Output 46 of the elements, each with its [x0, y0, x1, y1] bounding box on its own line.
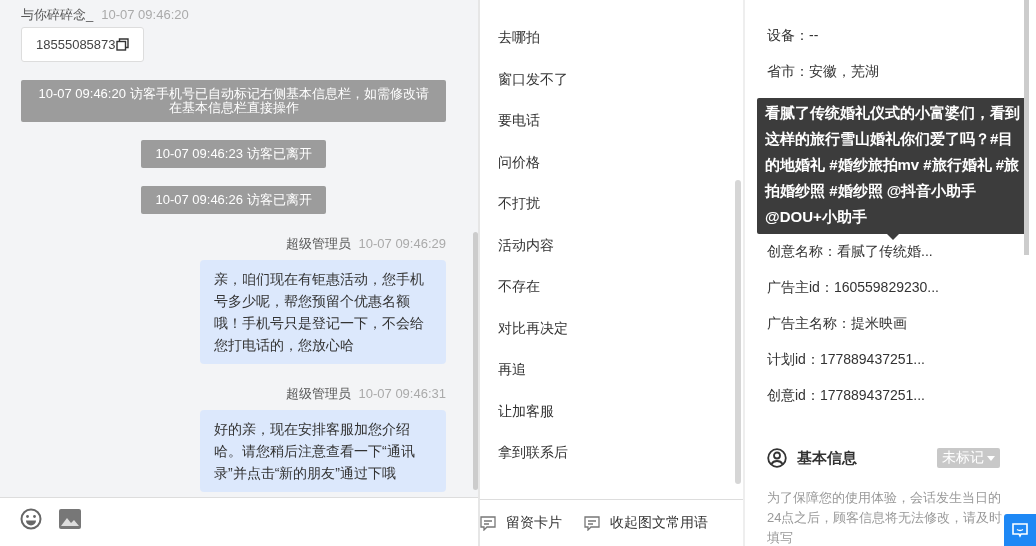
info-row-text: 计划id：177889437251... [767, 350, 926, 369]
quick-reply-item[interactable]: 活动内容 [498, 233, 743, 275]
quick-reply-item[interactable]: 对比再决定 [498, 316, 743, 358]
quick-reply-item[interactable]: 问价格 [498, 150, 743, 192]
system-notice: 10-07 09:46:26 访客已离开 [141, 186, 326, 214]
info-row-text: 广告主名称：提米映画 [767, 314, 908, 333]
quick-reply-item[interactable]: 窗口发不了 [498, 67, 743, 109]
chat-icon [1012, 522, 1028, 538]
copy-icon[interactable] [115, 38, 129, 51]
sender-name: 超级管理员 [285, 235, 351, 253]
info-row-text: 省市：安徽，芜湖 [767, 62, 880, 81]
message-time: 10-07 09:46:29 [358, 235, 446, 253]
scrollbar[interactable] [1024, 0, 1029, 255]
quick-reply-item[interactable]: 再追 [498, 358, 743, 400]
message-bubble: 好的亲，现在安排客服加您介绍哈。请您稍后注意查看一下“通讯录”并点击“新的朋友”通过下哦 [200, 410, 446, 492]
info-row-text: 广告主id：160559829230... [767, 278, 940, 297]
scrollbar[interactable] [473, 232, 478, 490]
quick-reply-item[interactable]: 去哪拍 [498, 26, 743, 68]
scrollbar[interactable] [735, 180, 741, 484]
emoji-icon[interactable] [20, 508, 42, 530]
sender-name: 与你碎碎念_ [21, 6, 94, 24]
quick-reply-item[interactable]: 拿到联系后 [498, 441, 743, 483]
message-icon [480, 515, 496, 531]
info-note: 为了保障您的使用体验，会话发生当日的24点之后，顾客信息将无法修改，请及时填写 [767, 489, 1003, 546]
quick-action-button[interactable]: 收起图文常用语 [584, 514, 708, 532]
message-icon [584, 515, 600, 531]
system-notice: 10-07 09:46:23 访客已离开 [141, 140, 326, 168]
image-icon[interactable] [59, 508, 81, 530]
section-title: 基本信息 [797, 448, 857, 468]
quick-reply-item[interactable]: 要电话 [498, 109, 743, 151]
info-row-text: 创意id：177889437251... [767, 386, 926, 405]
info-row-text: 设备：-- [767, 26, 820, 45]
sender-name: 超级管理员 [285, 385, 351, 403]
caret-icon [987, 455, 995, 461]
quick-reply-item[interactable]: 让加客服 [498, 399, 743, 441]
quick-action-button[interactable]: 留资卡片 [480, 514, 562, 532]
message-bubble: 亲，咱们现在有钜惠活动，您手机号多少呢，帮您预留个优惠名额哦！手机号只是登记一下，不会给您打电话的，您放心哈 [200, 260, 446, 364]
chat-button[interactable] [1004, 514, 1036, 546]
message-time: 10-07 09:46:31 [358, 385, 446, 403]
message-time: 10-07 09:46:20 [101, 6, 189, 24]
phone-number: 18555085873 [36, 37, 116, 52]
quick-reply-item[interactable]: 不打扰 [498, 192, 743, 234]
info-row-text: 创意名称：看腻了传统婚... [767, 242, 934, 261]
system-notice: 10-07 09:46:20 访客手机号已自动标记右侧基本信息栏，如需修改请在基本信息栏直接操作 [21, 80, 446, 122]
user-circle-icon [767, 448, 787, 468]
quick-reply-item[interactable]: 不存在 [498, 275, 743, 317]
